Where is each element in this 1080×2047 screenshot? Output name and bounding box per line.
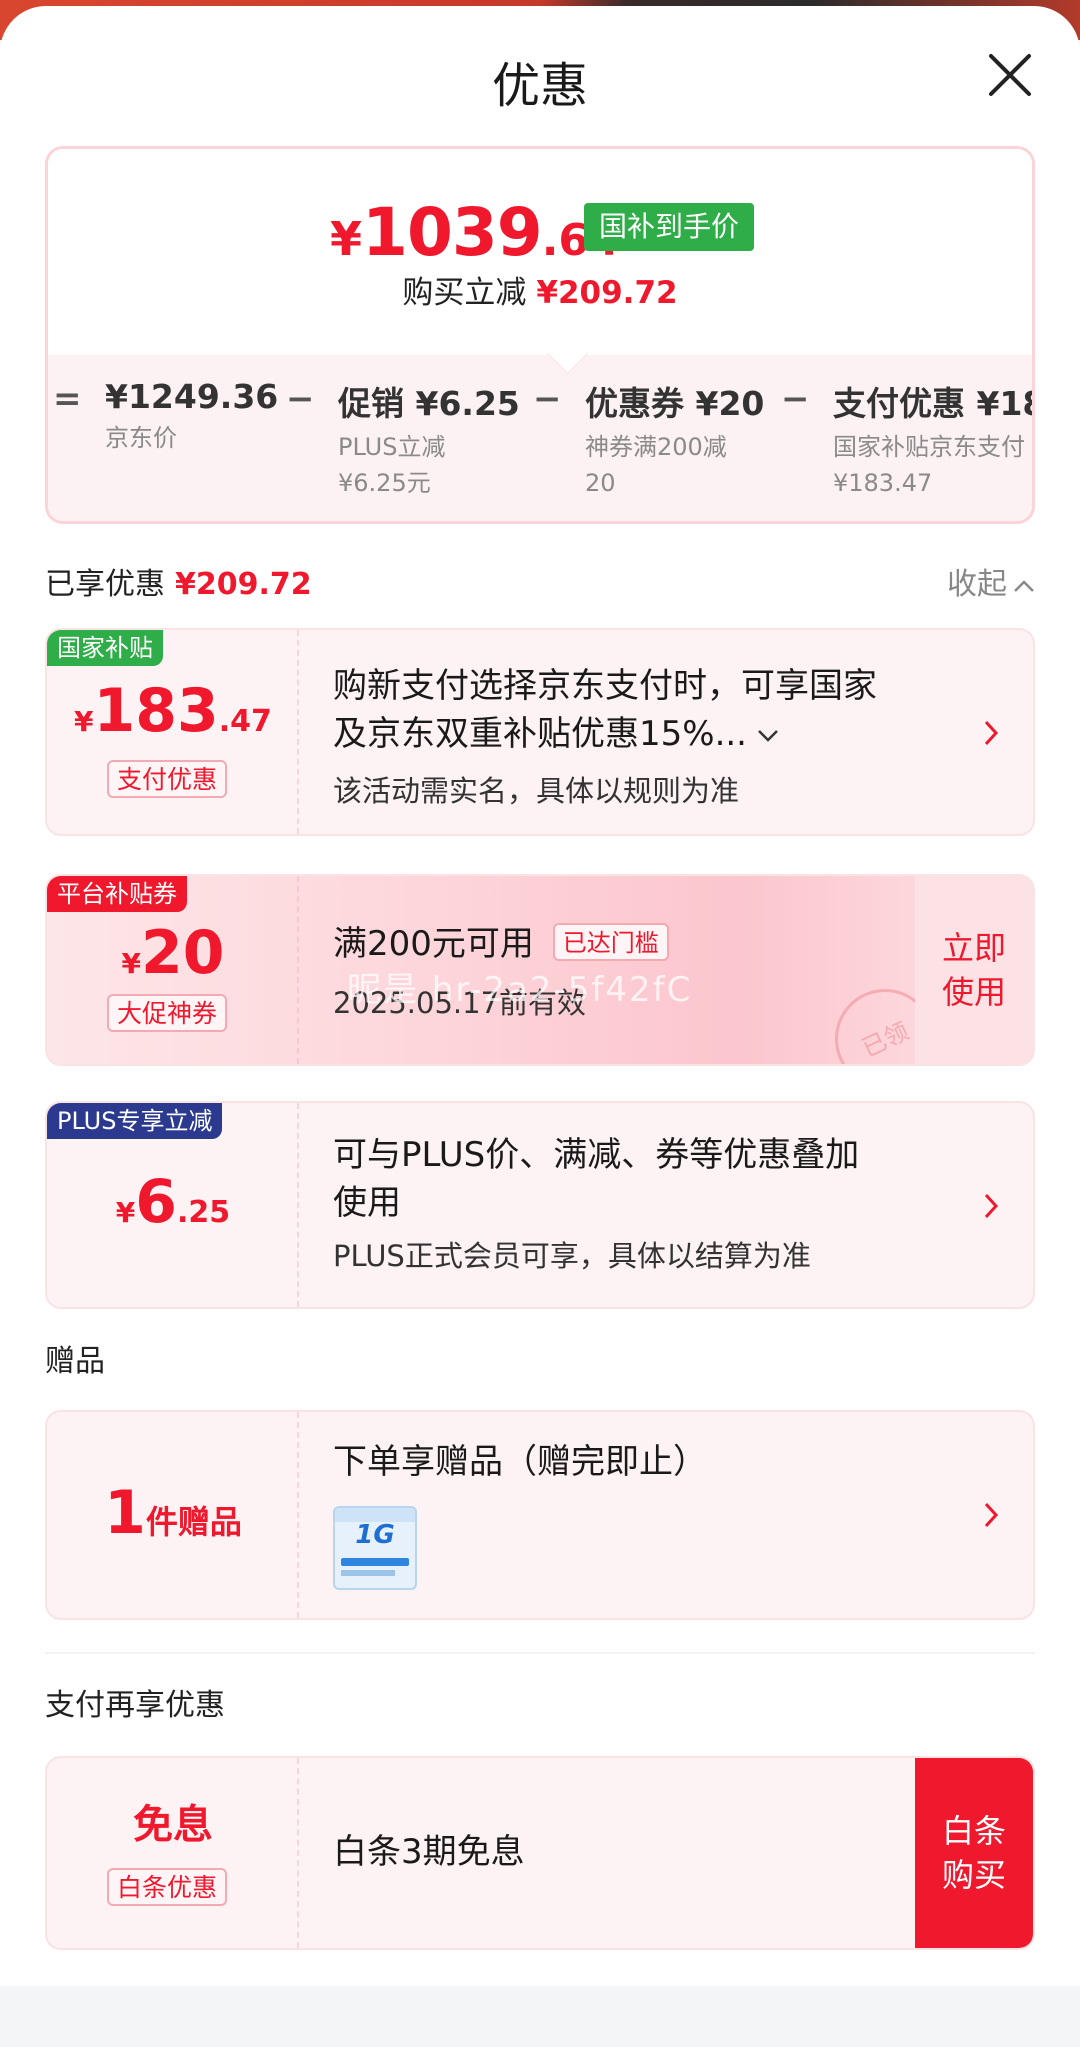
use-now-button[interactable]: 立即使用 bbox=[915, 876, 1033, 1064]
baitiao-chip: 白条优惠 bbox=[107, 1868, 228, 1906]
baitiao-buy-button[interactable]: 白条购买 bbox=[915, 1758, 1033, 1948]
chevron-right-icon[interactable] bbox=[981, 1500, 1001, 1530]
discount-sheet: 优惠 ¥1039.64 国补到手价 购买立减 ¥209.72 = ¥1249.36… bbox=[0, 6, 1080, 1986]
price-summary: ¥1039.64 国补到手价 购买立减 ¥209.72 = ¥1249.36 京东… bbox=[45, 146, 1035, 524]
coupon-card[interactable]: 平台补贴券 ¥20 大促神券 满200元可用 已达门槛 2025.05.17前有… bbox=[45, 874, 1035, 1066]
chevron-up-icon bbox=[1014, 579, 1034, 592]
gift-thumbnail[interactable]: 1G bbox=[333, 1506, 417, 1590]
baitiao-description: 白条3期免息 bbox=[333, 1832, 525, 1872]
chevron-right-icon[interactable] bbox=[981, 718, 1001, 748]
breakdown-coupon: 优惠券 ¥20 神券满200减 20 bbox=[585, 384, 765, 497]
plus-description: 可与PLUS价、满减、券等优惠叠加 使用 bbox=[333, 1135, 860, 1223]
subsidy-card[interactable]: 国家补贴 ¥183.47 支付优惠 购新支付选择京东支付时，可享国家 及京东双重… bbox=[45, 628, 1035, 836]
subsidy-description: 购新支付选择京东支付时，可享国家 及京东双重补贴优惠15%... bbox=[333, 666, 877, 754]
subsidy-price-badge: 国补到手价 bbox=[584, 203, 754, 251]
chevron-right-icon[interactable] bbox=[981, 1191, 1001, 1221]
plus-card[interactable]: PLUS专享立减 ¥6.25 可与PLUS价、满减、券等优惠叠加 使用 PLUS… bbox=[45, 1101, 1035, 1309]
plus-amount: ¥6.25 bbox=[115, 1167, 231, 1237]
subsidy-note: 该活动需实名，具体以规则为准 bbox=[333, 774, 740, 808]
sheet-title: 优惠 bbox=[491, 58, 588, 114]
payment-header: 支付再享优惠 bbox=[45, 1688, 225, 1723]
coupon-tag: 平台补贴券 bbox=[47, 876, 187, 912]
minus-operator: − bbox=[286, 379, 315, 419]
baitiao-card[interactable]: 免息 白条优惠 白条3期免息 白条购买 bbox=[45, 1756, 1035, 1950]
plus-tag: PLUS专享立减 bbox=[47, 1103, 223, 1139]
threshold-status-chip: 已达门槛 bbox=[552, 923, 669, 961]
final-price: ¥1039.64 bbox=[330, 194, 620, 271]
breakdown-jd-price: ¥1249.36 京东价 bbox=[105, 377, 279, 452]
subsidy-amount: ¥183.47 bbox=[74, 676, 272, 746]
payment-discount-chip: 支付优惠 bbox=[107, 760, 228, 798]
minus-operator: − bbox=[781, 379, 810, 419]
breakdown-payment: 支付优惠 ¥183.47 国家补贴京东支付 ¥183.47 bbox=[833, 384, 1032, 497]
save-line: 购买立减 ¥209.72 bbox=[402, 275, 678, 311]
plus-note: PLUS正式会员可享，具体以结算为准 bbox=[333, 1239, 811, 1273]
enjoyed-header: 已享优惠 ¥209.72 bbox=[45, 567, 312, 602]
close-icon[interactable] bbox=[985, 50, 1035, 100]
watermark: 昵是 hr-2a2-5f42fC bbox=[347, 970, 693, 1010]
coupon-type-chip: 大促神券 bbox=[107, 994, 228, 1032]
equals-operator: = bbox=[53, 379, 82, 419]
minus-operator: − bbox=[533, 379, 562, 419]
coupon-title: 满200元可用 已达门槛 bbox=[333, 920, 669, 968]
breakdown-promotion: 促销 ¥6.25 PLUS立减 ¥6.25元 bbox=[338, 384, 520, 497]
chevron-down-icon[interactable] bbox=[757, 729, 779, 743]
gift-card[interactable]: 1件赠品 下单享赠品（赠完即止） 1G bbox=[45, 1410, 1035, 1620]
collapse-button[interactable]: 收起 bbox=[947, 559, 1035, 603]
gift-count: 1件赠品 bbox=[104, 1478, 242, 1548]
gifts-header: 赠品 bbox=[45, 1344, 105, 1379]
coupon-amount: ¥20 bbox=[121, 918, 225, 988]
subsidy-tag: 国家补贴 bbox=[47, 630, 163, 666]
interest-free-label: 免息 bbox=[133, 1802, 213, 1848]
gift-title: 下单享赠品（赠完即止） bbox=[333, 1442, 707, 1482]
